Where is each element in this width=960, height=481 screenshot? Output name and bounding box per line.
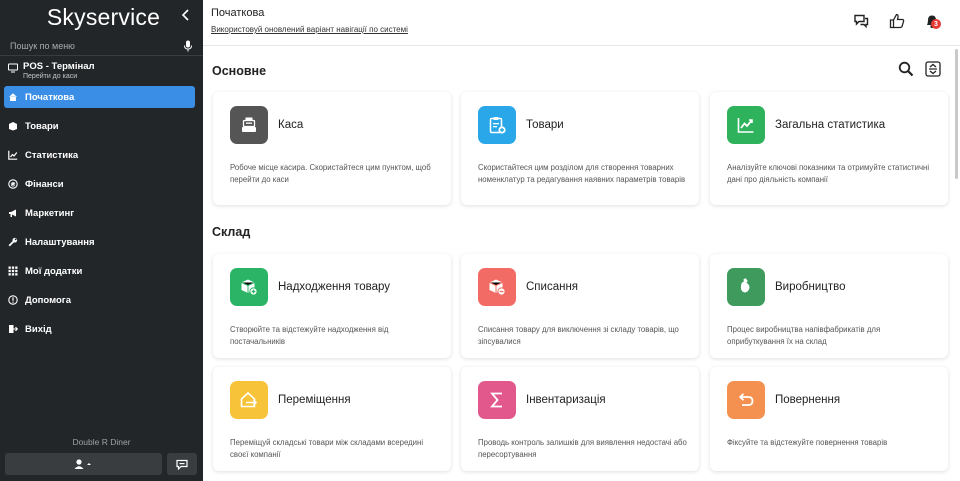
card-write-off[interactable]: Списання Списання товару для виключення … xyxy=(461,254,699,358)
card-description: Переміщуй складські товари між складами … xyxy=(230,438,424,459)
sigma-icon xyxy=(478,381,516,419)
sidebar-item-label: Товари xyxy=(25,120,59,132)
sidebar-item-label: Вихід xyxy=(25,323,52,335)
card-goods-receipt[interactable]: Надходження товару Створюйте та відстежу… xyxy=(213,254,451,358)
monitor-icon xyxy=(8,63,18,73)
return-icon xyxy=(727,381,765,419)
messages-icon[interactable] xyxy=(853,13,869,29)
sidebar-item-settings[interactable]: Налаштування xyxy=(4,231,195,253)
user-icon xyxy=(74,459,91,469)
sidebar-item-finance[interactable]: ₴ Фінанси xyxy=(4,173,195,195)
box-icon xyxy=(9,122,17,131)
card-general-statistics[interactable]: Загальна статистика Аналізуйте ключові п… xyxy=(710,92,948,205)
card-production[interactable]: Виробництво Процес виробництва напівфабр… xyxy=(710,254,948,358)
sidebar-item-products[interactable]: Товари xyxy=(4,115,195,137)
sidebar-item-statistics[interactable]: Статистика xyxy=(4,144,195,166)
card-description: Процес виробництва напівфабрикатів для о… xyxy=(727,325,881,346)
card-title: Списання xyxy=(526,281,579,293)
pos-subtitle: Перейти до каси xyxy=(23,73,78,80)
sidebar-item-label: Налаштування xyxy=(25,236,95,248)
notification-badge: 3 xyxy=(931,19,941,29)
card-returns[interactable]: Повернення Фіксуйте та відстежуйте повер… xyxy=(710,367,948,471)
card-transfer[interactable]: Переміщення Переміщуй складські товари м… xyxy=(213,367,451,471)
sidebar-item-help[interactable]: Допомога xyxy=(4,289,195,311)
sidebar-item-label: Початкова xyxy=(25,91,75,103)
card-cash-register[interactable]: Каса Робоче місце касира. Скористайтеся … xyxy=(213,92,451,205)
sidebar-item-label: Мої додатки xyxy=(25,265,83,277)
box-out-icon xyxy=(478,268,516,306)
card-description: Проводь контроль залишків для виявлення … xyxy=(478,438,687,459)
help-icon xyxy=(8,295,18,305)
box-in-icon xyxy=(230,268,268,306)
megaphone-icon xyxy=(9,209,16,217)
finance-icon: ₴ xyxy=(8,179,18,189)
transfer-icon xyxy=(230,381,268,419)
card-title: Інвентаризація xyxy=(526,394,606,406)
card-title: Загальна статистика xyxy=(775,119,886,131)
card-description: Фіксуйте та відстежуйте повернення товар… xyxy=(727,438,888,447)
sidebar-item-home[interactable]: Початкова xyxy=(4,86,195,108)
card-description: Робоче місце касира. Скористайтеся цим п… xyxy=(230,163,431,184)
home-icon xyxy=(9,93,17,101)
section-title-main: Основне xyxy=(212,64,267,78)
sidebar-item-label: Фінанси xyxy=(25,178,64,190)
chat-icon xyxy=(176,459,188,470)
card-title: Переміщення xyxy=(278,394,351,406)
svg-text:₴: ₴ xyxy=(11,181,16,188)
chart-icon xyxy=(8,150,18,160)
pos-terminal-link[interactable]: POS - Термінал Перейти до каси xyxy=(0,56,203,84)
production-icon xyxy=(727,268,765,306)
expand-collapse-icon[interactable] xyxy=(925,61,941,77)
card-description: Скористайтеся цим розділом для створення… xyxy=(478,163,686,184)
sidebar-item-my-apps[interactable]: Мої додатки xyxy=(4,260,195,282)
support-chat-button[interactable] xyxy=(167,453,197,475)
card-title: Виробництво xyxy=(775,281,846,293)
card-title: Надходження товару xyxy=(278,281,391,293)
sidebar-item-marketing[interactable]: Маркетинг xyxy=(4,202,195,224)
top-header: Початкова Використовуй оновлений варіант… xyxy=(203,0,960,46)
clipboard-add-icon xyxy=(478,106,516,144)
sidebar-item-exit[interactable]: Вихід xyxy=(4,318,195,340)
card-title: Каса xyxy=(278,119,304,131)
logo: Skyservice xyxy=(46,3,161,30)
chevron-left-icon xyxy=(181,9,189,21)
cash-register-icon xyxy=(230,106,268,144)
card-description: Списання товару для виключення зі складу… xyxy=(478,325,679,346)
sidebar-item-label: Статистика xyxy=(25,149,79,161)
sidebar-item-label: Маркетинг xyxy=(25,207,75,219)
collapse-sidebar-button[interactable] xyxy=(181,8,193,22)
new-navigation-link[interactable]: Використовуй оновлений варіант навігації… xyxy=(211,25,408,34)
card-inventory[interactable]: Інвентаризація Проводь контроль залишків… xyxy=(461,367,699,471)
exit-icon xyxy=(9,325,18,333)
menu-search-input[interactable] xyxy=(10,40,170,51)
sidebar-menu: Початкова Товари Статистика ₴ Фінанси Ма… xyxy=(0,86,203,340)
card-title: Повернення xyxy=(775,394,841,406)
card-description: Створюйте та відстежуйте надходження від… xyxy=(230,325,389,346)
pos-title: POS - Термінал xyxy=(23,61,95,72)
microphone-icon[interactable] xyxy=(183,40,193,52)
company-name: Double R Diner xyxy=(72,437,131,447)
apps-icon xyxy=(8,266,18,276)
section-title-warehouse: Склад xyxy=(212,225,251,239)
page-title: Початкова xyxy=(211,7,265,19)
logo-row: Skyservice xyxy=(0,0,203,32)
card-title: Товари xyxy=(526,119,564,131)
thumbs-up-icon[interactable] xyxy=(889,13,905,29)
user-menu-button[interactable] xyxy=(5,453,162,475)
wrench-icon xyxy=(8,237,18,247)
scrollbar[interactable] xyxy=(955,49,958,179)
card-products[interactable]: Товари Скористайтеся цим розділом для ст… xyxy=(461,92,699,205)
card-description: Аналізуйте ключові показники та отримуйт… xyxy=(727,163,930,184)
main-content: Основне Каса Робоче місце касира. Скорис… xyxy=(203,47,960,481)
menu-search xyxy=(0,36,203,56)
sidebar-item-label: Допомога xyxy=(25,294,72,306)
stats-icon xyxy=(727,106,765,144)
sidebar: Skyservice POS - Термінал Перейти до кас… xyxy=(0,0,203,481)
search-icon[interactable] xyxy=(898,61,914,77)
